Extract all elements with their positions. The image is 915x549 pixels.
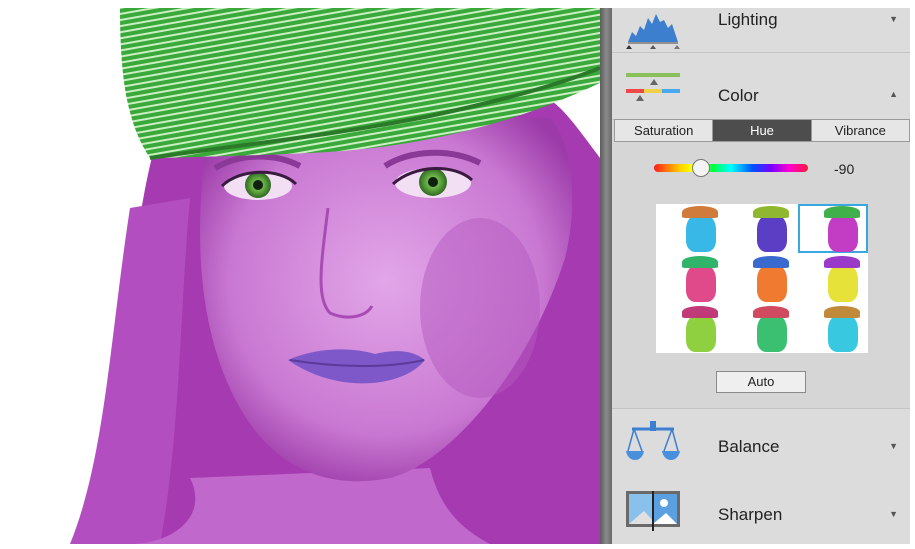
hue-variation-thumbnail[interactable] — [798, 304, 868, 353]
sharpen-image-icon — [626, 491, 680, 531]
hue-variations-grid — [656, 204, 868, 353]
photo-canvas[interactable] — [10, 8, 600, 544]
variation-cap — [682, 306, 718, 318]
adjustments-panel: Lighting ▼ Color ▲ Saturation Hue Vibran… — [612, 8, 910, 544]
lighting-section[interactable]: Lighting ▼ — [612, 8, 910, 53]
variation-face — [828, 214, 858, 252]
balance-section[interactable]: Balance ▼ — [612, 408, 910, 478]
sharpen-section[interactable]: Sharpen ▼ — [612, 477, 910, 544]
hue-variation-thumbnail[interactable] — [727, 204, 797, 253]
variation-cap — [682, 206, 718, 218]
balance-label: Balance — [718, 437, 780, 456]
color-sliders-icon — [626, 73, 680, 101]
portrait-image — [10, 8, 600, 544]
sharpen-label: Sharpen — [718, 505, 783, 524]
hue-variation-thumbnail[interactable] — [656, 204, 726, 253]
panel-splitter[interactable] — [600, 8, 612, 544]
variation-cap — [753, 306, 789, 318]
variation-cap — [824, 306, 860, 318]
variation-face — [686, 314, 716, 352]
tab-hue[interactable]: Hue — [713, 120, 812, 141]
variation-face — [686, 264, 716, 302]
sharpen-expand-icon[interactable]: ▼ — [889, 509, 898, 519]
hue-variation-thumbnail[interactable] — [656, 254, 726, 303]
balance-expand-icon[interactable]: ▼ — [889, 441, 898, 451]
variation-face — [757, 314, 787, 352]
variation-cap — [682, 256, 718, 268]
auto-button[interactable]: Auto — [716, 371, 806, 393]
variation-face — [828, 314, 858, 352]
variation-face — [828, 264, 858, 302]
color-tabs: Saturation Hue Vibrance — [614, 119, 910, 142]
hue-variation-thumbnail[interactable] — [656, 304, 726, 353]
color-label: Color — [718, 86, 759, 105]
hue-value: -90 — [834, 161, 855, 177]
hue-slider-thumb[interactable] — [692, 159, 710, 177]
color-collapse-icon[interactable]: ▲ — [889, 89, 898, 99]
variation-face — [757, 264, 787, 302]
variation-face — [686, 214, 716, 252]
balance-scale-icon — [626, 421, 680, 460]
photo-editor-window: Lighting ▼ Color ▲ Saturation Hue Vibran… — [10, 8, 910, 544]
variation-cap — [753, 256, 789, 268]
hue-variation-thumbnail[interactable] — [727, 254, 797, 303]
color-section-header[interactable]: Color ▲ — [612, 53, 910, 120]
tab-saturation[interactable]: Saturation — [615, 120, 714, 141]
hue-variation-thumbnail[interactable] — [798, 254, 868, 303]
variation-cap — [824, 256, 860, 268]
variation-cap — [824, 206, 860, 218]
variation-face — [757, 214, 787, 252]
hue-variation-thumbnail[interactable] — [798, 204, 868, 253]
tab-vibrance[interactable]: Vibrance — [812, 120, 909, 141]
histogram-icon — [626, 14, 680, 49]
variation-cap — [753, 206, 789, 218]
hue-slider-track[interactable] — [654, 164, 808, 172]
hue-variation-thumbnail[interactable] — [727, 304, 797, 353]
lighting-expand-icon[interactable]: ▼ — [889, 14, 898, 24]
lighting-label: Lighting — [718, 10, 778, 29]
